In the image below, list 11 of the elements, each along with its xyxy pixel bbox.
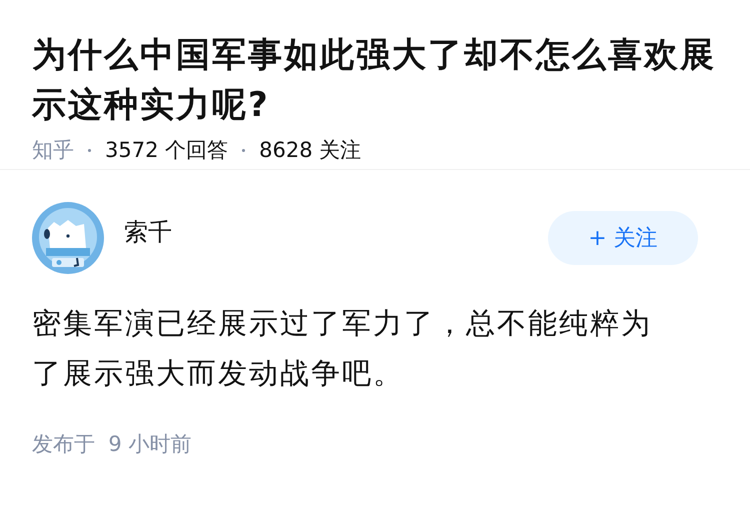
question-title[interactable]: 为什么中国军事如此强大了却不怎么喜欢展示这种实力呢? bbox=[32, 30, 718, 130]
post-time: 发布于 9 小时前 bbox=[32, 431, 192, 458]
stat-label: 3572 个回答 bbox=[105, 137, 228, 164]
author-name[interactable]: 索千 bbox=[124, 216, 528, 248]
stat-label: 8628 关注 bbox=[259, 137, 362, 164]
avatar-drawing[interactable] bbox=[32, 202, 104, 274]
separator-dot bbox=[242, 148, 246, 152]
source-label: 知乎 bbox=[32, 137, 74, 164]
follow-button[interactable]: + 关注 bbox=[548, 211, 698, 265]
separator-dot bbox=[88, 148, 91, 152]
answer-text: 密集军演已经展示过了军力了，总不能纯粹为了展示强大而发动战争吧。 bbox=[32, 305, 653, 392]
